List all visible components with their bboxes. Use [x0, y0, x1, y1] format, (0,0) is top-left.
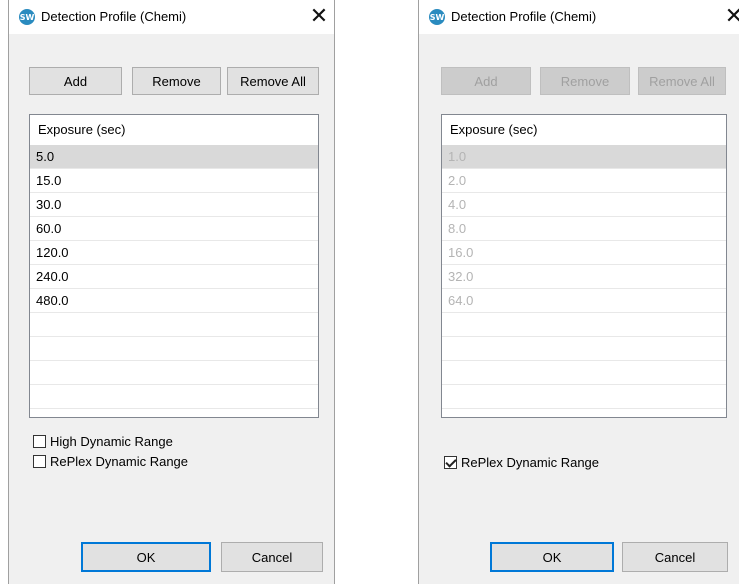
high-dynamic-range-option[interactable]: High Dynamic Range [33, 434, 173, 449]
list-item[interactable]: 32.0 [442, 265, 726, 289]
checkbox-label: High Dynamic Range [50, 434, 173, 449]
app-logo-icon: SW [19, 9, 35, 25]
list-item[interactable] [30, 361, 318, 385]
close-icon[interactable]: ✕ [304, 4, 334, 30]
list-item[interactable]: 5.0 [30, 145, 318, 169]
high-dynamic-range-checkbox[interactable] [33, 435, 46, 448]
list-item[interactable]: 480.0 [30, 289, 318, 313]
title-bar: SW Detection Profile (Chemi) ✕ [419, 0, 739, 34]
ok-button[interactable]: OK [490, 542, 614, 572]
list-item[interactable]: 15.0 [30, 169, 318, 193]
list-item[interactable]: 16.0 [442, 241, 726, 265]
list-item[interactable] [30, 337, 318, 361]
list-item[interactable] [30, 385, 318, 409]
exposure-list[interactable]: Exposure (sec) 1.0 2.0 4.0 8.0 16.0 32.0 64.0 [441, 114, 727, 418]
title-bar: SW Detection Profile (Chemi) ✕ [9, 0, 334, 34]
list-item[interactable] [30, 313, 318, 337]
remove-all-button[interactable]: Remove All [227, 67, 319, 95]
list-item[interactable]: 1.0 [442, 145, 726, 169]
list-item[interactable]: 64.0 [442, 289, 726, 313]
cancel-button[interactable]: Cancel [221, 542, 323, 572]
detection-profile-dialog-left: SW Detection Profile (Chemi) ✕ Add Remov… [8, 0, 335, 584]
add-button[interactable]: Add [441, 67, 531, 95]
list-item[interactable]: 60.0 [30, 217, 318, 241]
list-item[interactable]: 30.0 [30, 193, 318, 217]
list-item[interactable]: 8.0 [442, 217, 726, 241]
app-logo-icon: SW [429, 9, 445, 25]
checkbox-label: RePlex Dynamic Range [50, 454, 189, 469]
exposure-list[interactable]: Exposure (sec) 5.0 15.0 30.0 60.0 120.0 240.0… [29, 114, 319, 418]
list-item[interactable] [442, 313, 726, 337]
list-item[interactable]: 120.0 [30, 241, 318, 265]
remove-button[interactable]: Remove [540, 67, 630, 95]
list-item[interactable] [442, 361, 726, 385]
list-item[interactable]: 4.0 [442, 193, 726, 217]
replex-dynamic-range-checkbox[interactable] [444, 456, 457, 469]
replex-dynamic-range-checkbox[interactable] [33, 455, 46, 468]
checkmark-icon [445, 456, 457, 468]
replex-dynamic-range-option[interactable]: RePlex Dynamic Range [444, 455, 599, 470]
dialog-title: Detection Profile (Chemi) [41, 9, 187, 24]
list-item[interactable] [442, 337, 726, 361]
checkbox-label: RePlex Dynamic Range [461, 455, 600, 470]
remove-all-button[interactable]: Remove All [638, 67, 726, 95]
list-item[interactable]: 2.0 [442, 169, 726, 193]
exposure-column-header[interactable]: Exposure (sec) [30, 115, 318, 145]
ok-button[interactable]: OK [81, 542, 211, 572]
replex-dynamic-range-option[interactable]: RePlex Dynamic Range [33, 454, 188, 469]
add-button[interactable]: Add [29, 67, 122, 95]
close-icon[interactable]: ✕ [719, 4, 739, 30]
detection-profile-dialog-right: SW Detection Profile (Chemi) ✕ Add Remov… [418, 0, 739, 584]
list-item[interactable] [442, 385, 726, 409]
dialog-title: Detection Profile (Chemi) [451, 9, 597, 24]
list-item[interactable]: 240.0 [30, 265, 318, 289]
remove-button[interactable]: Remove [132, 67, 221, 95]
cancel-button[interactable]: Cancel [622, 542, 728, 572]
exposure-column-header[interactable]: Exposure (sec) [442, 115, 726, 145]
